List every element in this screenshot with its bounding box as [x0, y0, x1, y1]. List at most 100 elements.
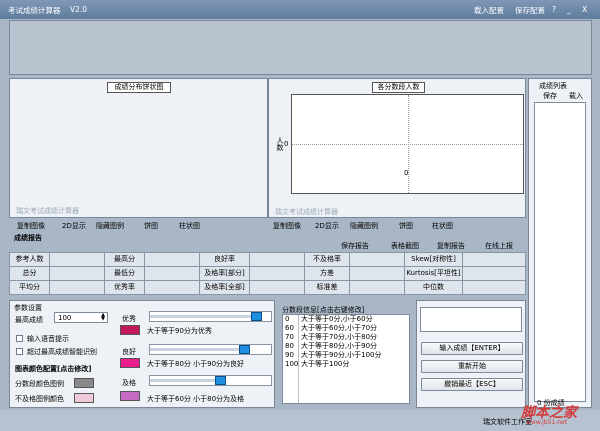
- voice-prompt-checkbox[interactable]: [16, 335, 23, 342]
- title-bar: 考试成绩计算器 V2.0 载入配置 保存配置 ? _ X: [0, 0, 600, 19]
- excellent-color-swatch[interactable]: [120, 325, 140, 335]
- report-label-cell: 及格率[部分]: [200, 267, 250, 281]
- pass-slider-thumb[interactable]: [215, 376, 226, 385]
- params-title: 参数设置: [14, 304, 42, 312]
- segment-value[interactable]: 90: [283, 351, 298, 360]
- copy-report-button[interactable]: 复制报告: [437, 241, 465, 251]
- pass-slider[interactable]: [149, 375, 272, 386]
- pie-chart-title: 成绩分布饼状图: [107, 82, 171, 93]
- report-label-cell: 参考人数: [10, 253, 50, 267]
- full-score-spinner[interactable]: 100 ▲ ▼: [54, 312, 108, 323]
- save-report-button[interactable]: 保存报告: [341, 241, 369, 251]
- good-slider[interactable]: [149, 344, 272, 355]
- bar-chart-watermark: 瑞文考试成绩计算器: [275, 208, 338, 216]
- excellent-label: 优秀: [122, 315, 136, 323]
- good-label: 良好: [122, 348, 136, 356]
- bar-chart-title: 各分数段人数: [372, 82, 425, 93]
- spinner-arrows-icon[interactable]: ▲ ▼: [101, 313, 105, 322]
- undo-last-button[interactable]: 撤销最近【ESC】: [421, 378, 523, 391]
- header-area: [9, 20, 592, 75]
- bar-2d-toggle[interactable]: 2D显示: [315, 221, 339, 231]
- app-version: V2.0: [70, 5, 88, 14]
- seg-color-swatch[interactable]: [74, 378, 94, 388]
- segment-desc[interactable]: 大于等于100分: [301, 360, 409, 369]
- menu-import-config[interactable]: 载入配置: [474, 5, 504, 16]
- close-button[interactable]: X: [582, 5, 587, 14]
- scores-list-load-col[interactable]: 载入: [569, 91, 583, 101]
- pie-pie-mode[interactable]: 饼图: [144, 221, 158, 231]
- segments-desc-column: 大于等于0分,小于60分 大于等于60分,小于70分 大于等于70分,小于80分 大于…: [301, 315, 409, 403]
- menu-save-config[interactable]: 保存配置: [515, 5, 545, 16]
- voice-prompt-label: 输入语音提示: [27, 335, 69, 343]
- good-slider-thumb[interactable]: [239, 345, 250, 354]
- report-value-cell: [145, 253, 200, 267]
- excellent-slider[interactable]: [149, 311, 272, 322]
- excellent-desc: 大于等于90分为优秀: [147, 327, 212, 335]
- plot-hgrid: [292, 144, 523, 145]
- report-label-cell: 及格率[全部]: [200, 281, 250, 295]
- segment-desc[interactable]: 大于等于70分,小于80分: [301, 333, 409, 342]
- help-button[interactable]: ?: [552, 5, 556, 14]
- report-value-cell: [350, 281, 405, 295]
- segments-list[interactable]: 0 60 70 80 90 100 大于等于0分,小于60分 大于等于60分,小于70分 大于…: [282, 314, 410, 404]
- pie-copy-image[interactable]: 复制图像: [17, 221, 45, 231]
- seg-color-label: 分数段颜色图例: [15, 380, 64, 388]
- input-score-button[interactable]: 输入成绩【ENTER】: [421, 342, 523, 355]
- bar-chart-xtick: 0: [404, 169, 409, 177]
- report-label-cell: 总分: [10, 267, 50, 281]
- bar-chart-panel: 各分数段人数 人数 0 0 瑞文考试成绩计算器: [268, 78, 526, 218]
- scores-list-panel: 成绩列表 保存 载入: [528, 78, 592, 408]
- pie-chart-watermark: 瑞文考试成绩计算器: [16, 207, 79, 215]
- pass-color-swatch[interactable]: [120, 391, 140, 401]
- pie-bar-mode[interactable]: 柱状图: [179, 221, 200, 231]
- pie-2d-toggle[interactable]: 2D显示: [62, 221, 86, 231]
- report-value-cell: [350, 267, 405, 281]
- smart-recognize-checkbox[interactable]: [16, 348, 23, 355]
- report-table: 参考人数 最高分 良好率 不及格率 Skew[对称性] 总分 最低分 及格率[部分] 方差 Kur…: [9, 252, 526, 295]
- report-value-cell: [250, 267, 305, 281]
- good-color-swatch[interactable]: [120, 358, 140, 368]
- report-value-cell: [145, 281, 200, 295]
- segment-value[interactable]: 60: [283, 324, 298, 333]
- pie-chart-panel: 成绩分布饼状图 瑞文考试成绩计算器: [9, 78, 268, 218]
- segment-desc[interactable]: 大于等于60分,小于70分: [301, 324, 409, 333]
- table-screenshot-button[interactable]: 表格截图: [391, 241, 419, 251]
- site-url: www.jb51.net: [526, 419, 567, 426]
- segment-desc[interactable]: 大于等于0分,小于60分: [301, 315, 409, 324]
- fail-color-label: 不及格图例颜色: [15, 395, 64, 403]
- segment-value[interactable]: 0: [283, 315, 298, 324]
- scores-list-box[interactable]: [534, 102, 586, 402]
- full-score-value: 100: [58, 314, 72, 322]
- bar-bar-mode[interactable]: 柱状图: [432, 221, 453, 231]
- segment-value[interactable]: 80: [283, 342, 298, 351]
- segment-desc[interactable]: 大于等于80分,小于90分: [301, 342, 409, 351]
- report-value-cell: [145, 267, 200, 281]
- report-value-cell: [250, 253, 305, 267]
- bar-pie-mode[interactable]: 饼图: [399, 221, 413, 231]
- bar-copy-image[interactable]: 复制图像: [273, 221, 301, 231]
- report-value-cell: [50, 253, 105, 267]
- scores-list-save-col[interactable]: 保存: [543, 91, 557, 101]
- bar-chart-ytick: 0: [284, 140, 289, 148]
- report-label-cell: Skew[对称性]: [405, 253, 463, 267]
- report-label-cell: 最高分: [105, 253, 145, 267]
- excellent-slider-thumb[interactable]: [251, 312, 262, 321]
- restart-button[interactable]: 重新开始: [421, 360, 523, 373]
- action-panel: 输入成绩【ENTER】 重新开始 撤销最近【ESC】: [416, 300, 526, 408]
- segment-desc[interactable]: 大于等于90分,小于100分: [301, 351, 409, 360]
- segment-value[interactable]: 70: [283, 333, 298, 342]
- fail-color-swatch[interactable]: [74, 393, 94, 403]
- score-input-field[interactable]: [420, 307, 522, 332]
- report-value-cell: [50, 281, 105, 295]
- full-score-label: 最高成绩: [15, 316, 43, 324]
- online-report-button[interactable]: 在线上报: [485, 241, 513, 251]
- pie-hide-legend[interactable]: 隐藏图例: [96, 221, 124, 231]
- report-label-cell: 最低分: [105, 267, 145, 281]
- segments-value-column: 0 60 70 80 90 100: [283, 315, 299, 403]
- report-label-cell: 方差: [305, 267, 350, 281]
- smart-recognize-label: 超过最高成绩智能识别: [27, 348, 97, 356]
- bar-hide-legend[interactable]: 隐藏图例: [350, 221, 378, 231]
- minimize-button[interactable]: _: [567, 5, 571, 14]
- segment-value[interactable]: 100: [283, 360, 298, 369]
- report-label-cell: 良好率: [200, 253, 250, 267]
